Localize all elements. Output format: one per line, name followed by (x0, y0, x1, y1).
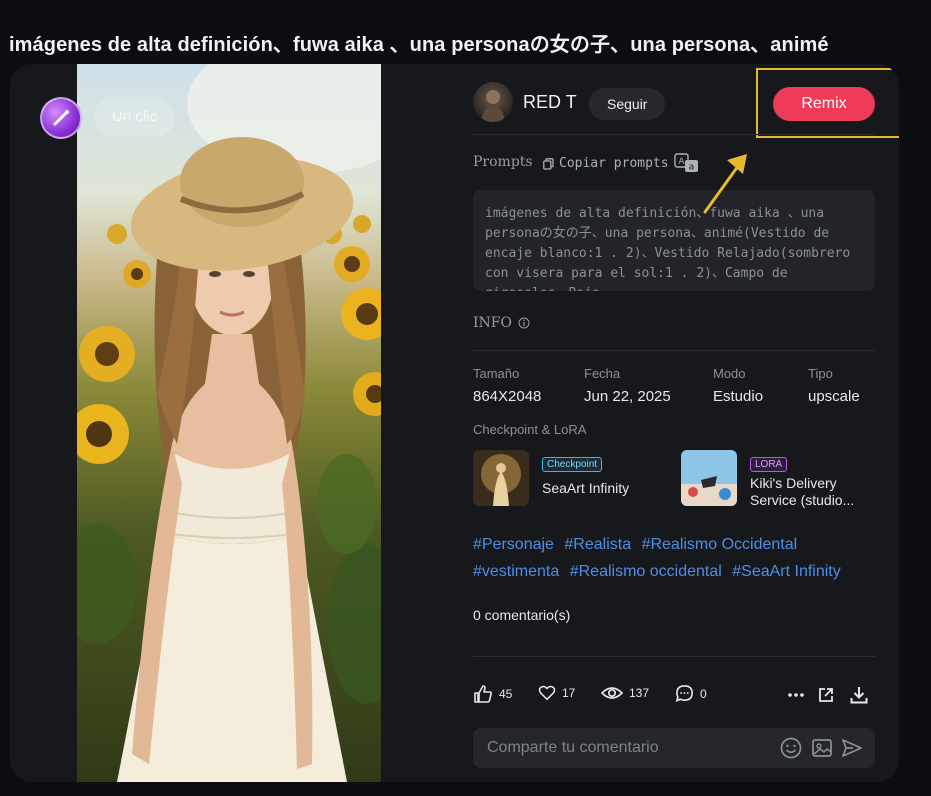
comment-box (473, 728, 875, 768)
tag-link[interactable]: #Realista (564, 536, 631, 554)
send-icon[interactable] (841, 737, 863, 759)
eye-icon (601, 687, 623, 699)
meta-value: Estudio (713, 388, 764, 405)
share-external-icon (819, 688, 833, 702)
checkpoint-lora-label: Checkpoint & LoRA (473, 422, 587, 437)
prompt-text-box[interactable]: imágenes de alta definición、fuwa aika 、u… (473, 190, 875, 291)
meta-value: Jun 22, 2025 (584, 388, 671, 405)
views-stat: 137 (601, 684, 649, 702)
meta-value: upscale (808, 388, 860, 405)
generated-image[interactable] (77, 64, 381, 782)
lora-badge: LORA (750, 457, 788, 472)
svg-text:A: A (678, 157, 685, 167)
tag-link[interactable]: #Realismo occidental (570, 563, 722, 581)
checkpoint-badge: Checkpoint (542, 457, 603, 472)
author-avatar[interactable] (473, 82, 513, 122)
lora-name: Kiki's Delivery Service (studio... (750, 475, 855, 508)
comment-stat-button[interactable]: 0 (675, 684, 707, 703)
info-label-text: INFO (473, 315, 512, 331)
meta-value: 864X2048 (473, 388, 542, 405)
more-button[interactable] (786, 684, 806, 706)
tag-link[interactable]: #SeaArt Infinity (732, 563, 841, 581)
one-click-button[interactable]: Un clic (94, 97, 176, 137)
prompt-text: imágenes de alta definición、fuwa aika 、u… (485, 206, 851, 291)
comments-count: 0 comentario(s) (473, 607, 571, 623)
stats-bar: 45 17 137 0 (473, 684, 875, 706)
follow-button[interactable]: Seguir (589, 88, 666, 120)
meta-key: Tamaño (473, 366, 520, 381)
copy-prompts-button[interactable]: Copiar prompts (543, 156, 669, 171)
lora-thumbnail (681, 450, 737, 506)
emoji-icon[interactable] (780, 737, 802, 759)
share-button[interactable] (816, 684, 836, 706)
copy-icon (543, 157, 554, 170)
checkpoint-thumbnail (473, 450, 529, 506)
prompts-label: Prompts (473, 154, 533, 170)
favorites-count: 17 (562, 686, 576, 700)
download-button[interactable] (849, 684, 869, 706)
annotation-arrow-icon (703, 154, 747, 214)
comment-input[interactable] (487, 728, 767, 768)
tag-link[interactable]: #Personaje (473, 536, 554, 554)
divider (473, 134, 875, 135)
magic-wand-icon[interactable] (40, 97, 82, 139)
favorite-button[interactable]: 17 (538, 684, 575, 702)
tag-link[interactable]: #vestimenta (473, 563, 559, 581)
copy-prompts-label: Copiar prompts (559, 156, 669, 171)
post-card: Un clic RED T Seguir Remix Prompts Copia… (10, 64, 899, 782)
image-upload-icon[interactable] (811, 737, 833, 759)
divider (473, 656, 875, 657)
heart-icon (538, 685, 556, 701)
views-count: 137 (629, 686, 650, 700)
meta-size: Tamaño 864X2048 (473, 366, 541, 405)
tag-list: #Personaje #Realista #Realismo Occidenta… (473, 536, 875, 590)
details-panel: RED T Seguir Remix Prompts Copiar prompt… (473, 64, 899, 782)
divider (473, 350, 875, 351)
remix-button[interactable]: Remix (773, 87, 875, 121)
download-icon (850, 687, 868, 704)
comment-bubble-icon (675, 685, 693, 703)
more-dots-icon (788, 693, 804, 697)
meta-date: Fecha Jun 22, 2025 (584, 366, 671, 405)
tag-link[interactable]: #Realismo Occidental (642, 536, 798, 554)
checkpoint-name: SeaArt Infinity (542, 480, 630, 496)
author-name[interactable]: RED T (523, 92, 577, 113)
info-label: INFO (473, 315, 530, 331)
portrait-illustration (77, 64, 381, 782)
image-area: Un clic (10, 64, 450, 782)
meta-mode: Modo Estudio (713, 366, 763, 405)
info-icon[interactable] (518, 317, 530, 329)
meta-key: Tipo (808, 366, 833, 381)
thumbs-up-icon (474, 685, 492, 703)
meta-key: Fecha (584, 366, 621, 381)
meta-key: Modo (713, 366, 746, 381)
svg-text:a: a (689, 163, 695, 173)
page-title: imágenes de alta definición、fuwa aika 、u… (9, 34, 829, 56)
like-button[interactable]: 45 (473, 684, 512, 704)
comments-stat-count: 0 (700, 686, 707, 701)
likes-count: 45 (499, 687, 513, 701)
meta-type: Tipo upscale (808, 366, 860, 405)
